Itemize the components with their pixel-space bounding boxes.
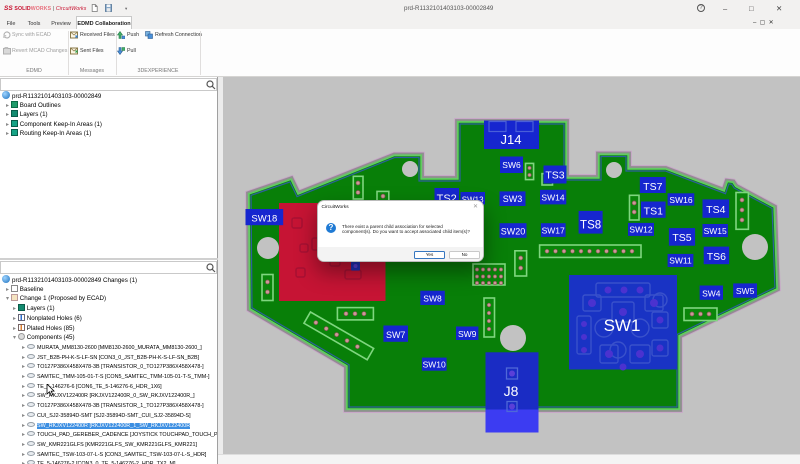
svg-text:SW1: SW1	[604, 316, 641, 335]
svg-text:J14: J14	[501, 132, 522, 147]
svg-text:SW10: SW10	[423, 360, 446, 370]
svg-text:TS5: TS5	[672, 232, 691, 244]
svg-text:SW17: SW17	[542, 226, 565, 236]
svg-text:TS1: TS1	[644, 206, 663, 218]
svg-text:SW20: SW20	[501, 227, 526, 237]
svg-text:TS7: TS7	[643, 181, 662, 193]
svg-text:SW3: SW3	[503, 194, 523, 204]
svg-text:TS4: TS4	[706, 204, 725, 216]
svg-text:TS3: TS3	[545, 170, 564, 182]
svg-text:SW11: SW11	[669, 256, 692, 266]
svg-text:SW9: SW9	[458, 329, 477, 339]
svg-text:SW16: SW16	[669, 195, 692, 205]
svg-text:SW15: SW15	[704, 226, 727, 236]
svg-text:J8: J8	[504, 383, 519, 399]
svg-text:SW4: SW4	[702, 288, 721, 298]
svg-text:SW12: SW12	[629, 225, 652, 235]
svg-text:SW18: SW18	[251, 214, 277, 225]
svg-text:SW8: SW8	[423, 294, 442, 304]
svg-text:TS6: TS6	[707, 251, 726, 263]
svg-text:SW14: SW14	[541, 193, 564, 203]
svg-text:SW7: SW7	[386, 330, 406, 340]
svg-text:SW6: SW6	[502, 160, 521, 170]
svg-text:SW5: SW5	[736, 286, 755, 296]
svg-text:TS8: TS8	[580, 220, 601, 232]
